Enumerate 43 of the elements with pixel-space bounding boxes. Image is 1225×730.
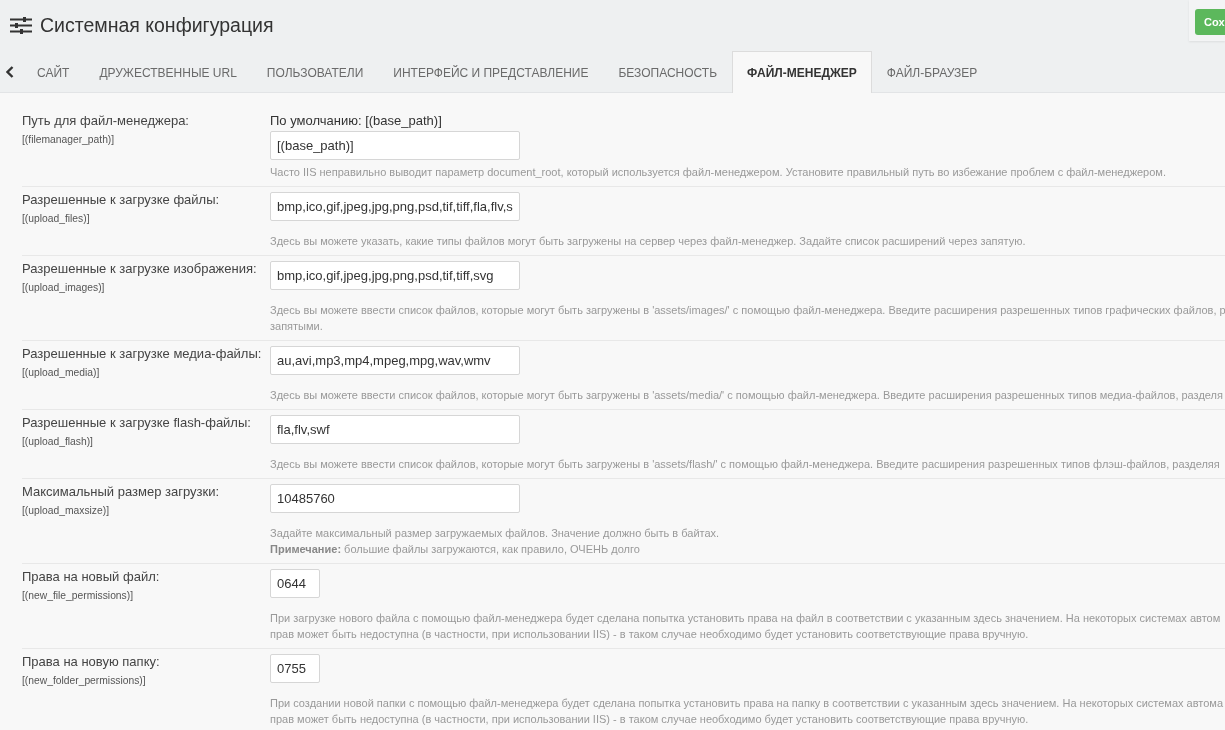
- tab[interactable]: ФАЙЛ-МЕНЕДЖЕР: [732, 51, 872, 93]
- tab[interactable]: БЕЗОПАСНОСТЬ: [603, 51, 733, 93]
- setting-key: [(new_file_permissions)]: [22, 590, 270, 602]
- settings-sliders-icon: [10, 17, 32, 34]
- text-input[interactable]: 0644: [270, 569, 320, 598]
- text-input[interactable]: [(base_path)]: [270, 131, 520, 160]
- chevron-left-icon: [6, 65, 14, 78]
- setting-label: Разрешенные к загрузке изображения:: [22, 261, 258, 277]
- tab[interactable]: ДРУЖЕСТВЕННЫЕ URL: [84, 51, 252, 93]
- setting-key: [(upload_media)]: [22, 367, 270, 379]
- setting-label: Максимальный размер загрузки:: [22, 484, 221, 500]
- text-input[interactable]: au,avi,mp3,mp4,mpeg,mpg,wav,wmv: [270, 346, 520, 375]
- setting-label: Права на новую папку:: [22, 654, 161, 670]
- text-input[interactable]: 10485760: [270, 484, 520, 513]
- default-note: По умолчанию: [(base_path)]: [270, 113, 442, 129]
- tab[interactable]: ИНТЕРФЕЙС И ПРЕДСТАВЛЕНИЕ: [378, 51, 604, 93]
- text-input[interactable]: bmp,ico,gif,jpeg,jpg,png,psd,tif,tiff,svg: [270, 261, 520, 290]
- help-text: Здесь вы можете ввести список файлов, которые могут быть загружены в 'assets/images/' с помощью файл-менеджера. Введите расширения разрешенных типов графических файлов, р запятыми.: [270, 303, 1225, 334]
- help-text: Здесь вы можете указать, какие типы файлов могут быть загружены на сервер через файл-менеджер. Задайте список расширений через запятую.: [270, 234, 1026, 249]
- help-text: Здесь вы можете ввести список файлов, которые могут быть загружены в 'assets/media/' с помощью файл-менеджера. Введите расширения разрешенных типов медиа-файлов, разделя: [270, 388, 1223, 403]
- setting-label: Путь для файл-менеджера:: [22, 113, 190, 129]
- setting-label: Разрешенные к загрузке flash-файлы:: [22, 415, 252, 431]
- setting-key: [(new_folder_permissions)]: [22, 675, 270, 687]
- page-title: Системная конфигурация: [40, 13, 274, 37]
- help-text: При загрузке нового файла с помощью файл-менеджера будет сделана попытка установить права на файл в соответствии с указанным здесь значением. На некоторых системах автом прав может быть недоступна (в частности, при использовании IIS) - в таком случае необходимо будет установить соответствующие права вручную.: [270, 611, 1221, 642]
- setting-label: Разрешенные к загрузке медиа-файлы:: [22, 346, 263, 362]
- setting-key: [(upload_maxsize)]: [22, 505, 270, 517]
- tab[interactable]: ПОЛЬЗОВАТЕЛИ: [251, 51, 379, 93]
- setting-label: Разрешенные к загрузке файлы:: [22, 192, 221, 208]
- help-text: Задайте максимальный размер загружаемых файлов. Значение должно быть в байтах. Примечание: большие файлы загружаются, как правило, ОЧЕНЬ долго: [270, 526, 720, 557]
- setting-label: Права на новый файл:: [22, 569, 161, 585]
- text-input[interactable]: 0755: [270, 654, 320, 683]
- setting-key: [(filemanager_path)]: [22, 134, 270, 146]
- help-text: При создании новой папки с помощью файл-менеджера будет сделана попытка установить права на папку в соответствии с указанным здесь значением. На некоторых системах автома прав может быть недоступна (в частности, при использовании IIS) - в таком случае необходимо будет установить соответствующие права вручную.: [270, 696, 1224, 727]
- tab[interactable]: ФАЙЛ-БРАУЗЕР: [871, 51, 993, 93]
- text-input[interactable]: fla,flv,swf: [270, 415, 520, 444]
- help-text: Здесь вы можете ввести список файлов, которые могут быть загружены в 'assets/flash/' с помощью файл-менеджера. Введите расширения разрешенных типов флэш-файлов, разделяя: [270, 457, 1220, 472]
- setting-key: [(upload_images)]: [22, 282, 270, 294]
- tab[interactable]: САЙТ: [22, 51, 85, 93]
- help-text: Часто IIS неправильно выводит параметр document_root, который используется файл-менеджером. Установите правильный путь во избежание проблем с файл-менеджером.: [270, 165, 1166, 180]
- setting-key: [(upload_files)]: [22, 213, 270, 225]
- setting-key: [(upload_flash)]: [22, 436, 270, 448]
- text-input[interactable]: bmp,ico,gif,jpeg,jpg,png,psd,tif,tiff,fla,flv,s: [270, 192, 520, 221]
